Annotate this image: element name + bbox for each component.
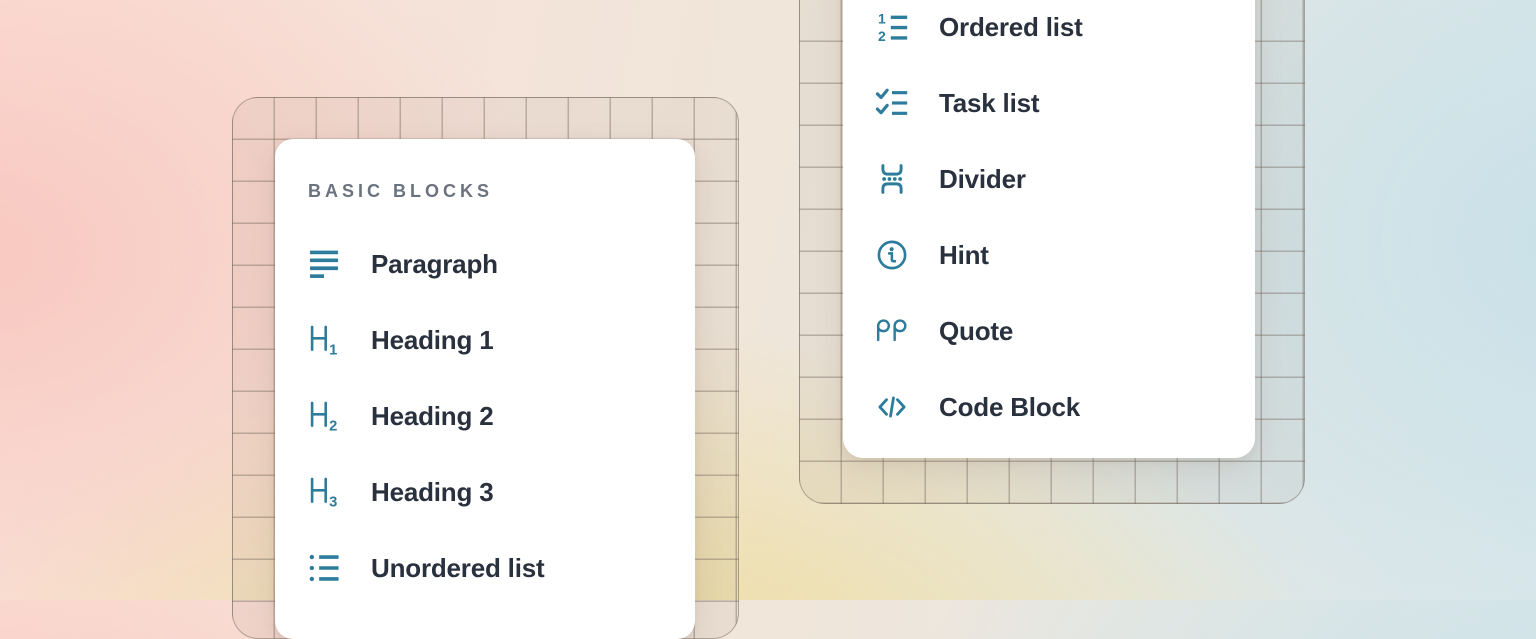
menu-item-label: Task list	[939, 88, 1039, 119]
svg-text:1: 1	[329, 343, 337, 357]
task-list-icon	[875, 86, 909, 120]
menu-item-heading-3[interactable]: 3 Heading 3	[275, 454, 695, 530]
menu-item-task-list[interactable]: Task list	[843, 65, 1255, 141]
menu-item-label: Heading 1	[371, 325, 493, 356]
code-block-icon	[875, 390, 909, 424]
quote-icon	[875, 314, 909, 348]
heading-1-icon: 1	[307, 323, 341, 357]
menu-item-quote[interactable]: Quote	[843, 293, 1255, 369]
menu-item-label: Hint	[939, 240, 989, 271]
heading-2-icon: 2	[307, 399, 341, 433]
svg-text:2: 2	[878, 28, 886, 44]
svg-text:1: 1	[878, 10, 886, 26]
menu-item-label: Heading 3	[371, 477, 493, 508]
menu-item-label: Code Block	[939, 392, 1080, 423]
divider-icon	[875, 162, 909, 196]
menu-item-hint[interactable]: Hint	[843, 217, 1255, 293]
menu-item-label: Ordered list	[939, 12, 1083, 43]
menu-item-divider[interactable]: Divider	[843, 141, 1255, 217]
menu-item-heading-1[interactable]: 1 Heading 1	[275, 302, 695, 378]
advanced-blocks-item-list: 12Ordered listTask listDividerHintQuoteC…	[843, 0, 1255, 445]
basic-blocks-menu: BASIC BLOCKS Paragraph 1 Heading 1 2 Heading…	[275, 139, 695, 639]
advanced-blocks-menu: 12Ordered listTask listDividerHintQuoteC…	[843, 0, 1255, 458]
svg-text:3: 3	[329, 495, 337, 509]
menu-item-label: Quote	[939, 316, 1013, 347]
menu-item-label: Divider	[939, 164, 1026, 195]
menu-item-label: Paragraph	[371, 249, 498, 280]
ordered-list-icon: 12	[875, 10, 909, 44]
section-header-basic-blocks: BASIC BLOCKS	[308, 181, 695, 201]
menu-item-paragraph[interactable]: Paragraph	[275, 226, 695, 302]
menu-item-code-block[interactable]: Code Block	[843, 369, 1255, 445]
svg-text:2: 2	[329, 419, 337, 433]
menu-item-label: Heading 2	[371, 401, 493, 432]
hint-icon	[875, 238, 909, 272]
heading-3-icon: 3	[307, 475, 341, 509]
paragraph-icon	[307, 247, 341, 281]
menu-item-label: Unordered list	[371, 553, 544, 584]
menu-item-heading-2[interactable]: 2 Heading 2	[275, 378, 695, 454]
menu-item-ordered-list[interactable]: 12Ordered list	[843, 0, 1255, 65]
menu-item-unordered-list[interactable]: Unordered list	[275, 530, 695, 606]
basic-blocks-item-list: Paragraph 1 Heading 1 2 Heading 2 3 Heading 3 U…	[275, 226, 695, 606]
unordered-list-icon	[307, 551, 341, 585]
